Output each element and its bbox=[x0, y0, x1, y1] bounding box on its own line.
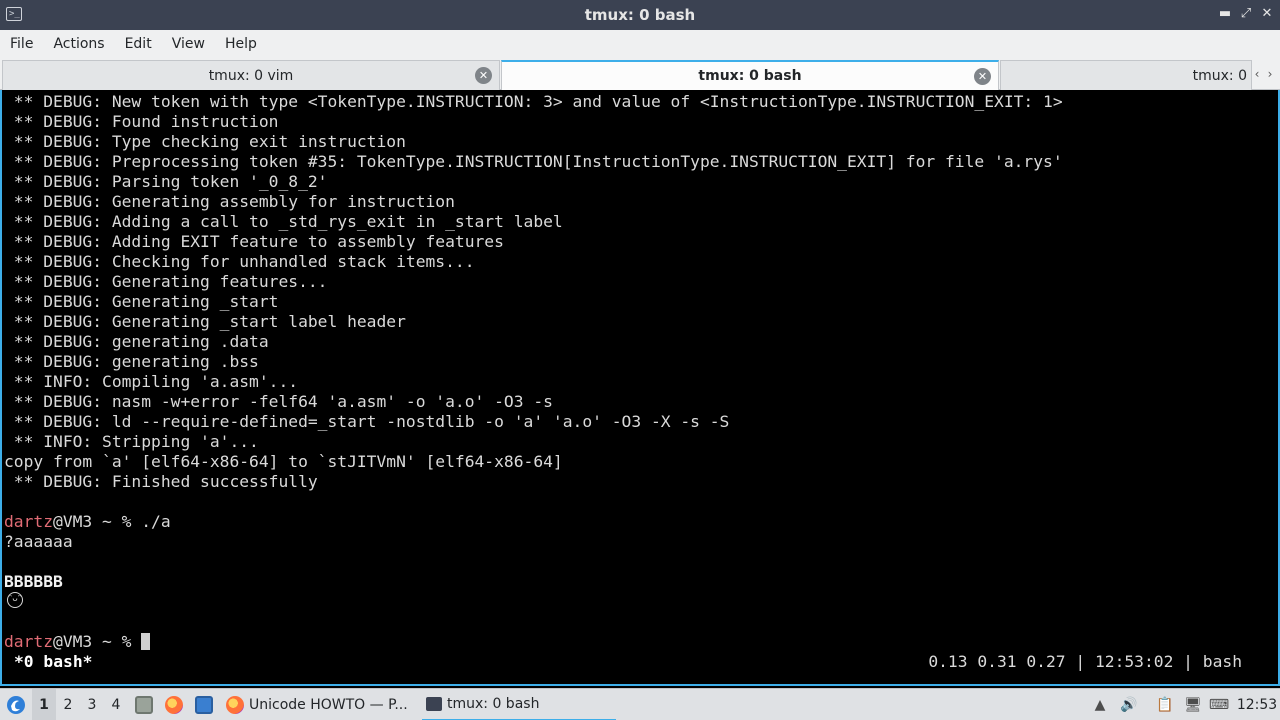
terminal-view[interactable]: ** DEBUG: New token with type <TokenType… bbox=[0, 90, 1280, 686]
prompt-line: dartz@VM3 ~ % ./a bbox=[4, 512, 171, 532]
menu-view[interactable]: View bbox=[165, 36, 212, 52]
terminal-icon bbox=[426, 697, 442, 711]
task-label: Unicode HOWTO — P... bbox=[249, 697, 408, 713]
volume-icon[interactable]: 🔊 bbox=[1116, 689, 1142, 720]
tmux-window-list: *0 bash* bbox=[14, 652, 93, 671]
desktop-2[interactable]: 2 bbox=[56, 689, 80, 720]
grinning-face-icon: ᵔᴗᵔ bbox=[7, 592, 23, 608]
terminal-line: ** DEBUG: Generating _start label header bbox=[4, 312, 406, 331]
prompt-host: @VM3 ~ % bbox=[53, 512, 142, 531]
terminal-line: copy from `a' [elf64-x86-64] to `stJITVm… bbox=[4, 452, 563, 471]
tab-bar: tmux: 0 vim ✕ tmux: 0 bash ✕ tmux: 0 bbox=[0, 58, 1280, 90]
tray-up-arrow-icon[interactable]: ▲ bbox=[1087, 689, 1113, 720]
terminal-line: ** DEBUG: New token with type <TokenType… bbox=[4, 92, 1063, 111]
program-output-bold: BBBBBB bbox=[4, 572, 63, 591]
minimize-icon[interactable]: ▬ bbox=[1217, 6, 1233, 22]
tab-close-icon[interactable]: ✕ bbox=[974, 68, 991, 85]
file-manager-icon[interactable] bbox=[133, 689, 155, 720]
tab-label: tmux: 0 bash bbox=[698, 68, 802, 84]
terminal-line: ** DEBUG: nasm -w+error -felf64 'a.asm' … bbox=[4, 392, 553, 411]
tab-third[interactable]: tmux: 0 bbox=[1000, 60, 1252, 90]
terminal-line: ** DEBUG: Adding a call to _std_rys_exit… bbox=[4, 212, 563, 231]
task-terminal[interactable]: tmux: 0 bash bbox=[422, 689, 616, 720]
menu-help[interactable]: Help bbox=[218, 36, 264, 52]
tab-label: tmux: 0 vim bbox=[208, 67, 294, 84]
prompt-command: ./a bbox=[141, 512, 171, 531]
window-title: tmux: 0 bash bbox=[584, 6, 696, 24]
tab-label: tmux: 0 bbox=[1192, 67, 1247, 84]
keyboard-icon[interactable]: ⌨ bbox=[1206, 689, 1232, 720]
terminal-line: ** DEBUG: Adding EXIT feature to assembl… bbox=[4, 232, 504, 251]
terminal-line: ** DEBUG: Preprocessing token #35: Token… bbox=[4, 152, 1063, 171]
menu-edit[interactable]: Edit bbox=[118, 36, 159, 52]
menu-file[interactable]: File bbox=[3, 36, 40, 52]
task-label: tmux: 0 bash bbox=[447, 696, 540, 712]
terminal-icon: >_ bbox=[6, 7, 22, 21]
terminal-line: ** DEBUG: Generating features... bbox=[4, 272, 328, 291]
menu-bar: File Actions Edit View Help bbox=[0, 30, 1280, 58]
tab-scroll-right-icon[interactable]: › bbox=[1265, 61, 1275, 87]
terminal-line: ** DEBUG: ld --require-defined=_start -n… bbox=[4, 412, 730, 431]
taskbar: 1 2 3 4 Unicode HOWTO — P... tmux: 0 bas… bbox=[0, 688, 1280, 720]
desktop-3[interactable]: 3 bbox=[80, 689, 104, 720]
tmux-status-right: 0.13 0.31 0.27 | 12:53:02 | bash bbox=[928, 652, 1242, 671]
prompt-host: @VM3 ~ % bbox=[53, 632, 142, 651]
text-cursor bbox=[141, 633, 151, 650]
network-icon[interactable]: 🖥 bbox=[1180, 689, 1206, 720]
maximize-icon[interactable]: ⤢ bbox=[1238, 6, 1254, 22]
firefox-icon[interactable] bbox=[163, 689, 185, 720]
task-firefox[interactable]: Unicode HOWTO — P... bbox=[222, 689, 418, 720]
prompt-user: dartz bbox=[4, 632, 54, 651]
terminal-line: ** DEBUG: Type checking exit instruction bbox=[4, 132, 406, 151]
prompt-user: dartz bbox=[4, 512, 54, 531]
terminal-line: ** DEBUG: Found instruction bbox=[4, 112, 279, 131]
tab-vim[interactable]: tmux: 0 vim ✕ bbox=[2, 60, 500, 90]
tab-bash[interactable]: tmux: 0 bash ✕ bbox=[501, 60, 999, 90]
terminal-line: ** DEBUG: generating .data bbox=[4, 332, 269, 351]
terminal-line: ** DEBUG: Checking for unhandled stack i… bbox=[4, 252, 475, 271]
terminal-line: ** INFO: Compiling 'a.asm'... bbox=[4, 372, 299, 391]
clipboard-icon[interactable]: 📋 bbox=[1152, 689, 1178, 720]
program-output: ?aaaaaa bbox=[4, 532, 73, 551]
terminal-line: ** DEBUG: generating .bss bbox=[4, 352, 259, 371]
firefox-icon bbox=[226, 696, 244, 714]
start-menu-icon[interactable] bbox=[2, 689, 30, 720]
terminal-line: ** DEBUG: Finished successfully bbox=[4, 472, 318, 491]
clock[interactable]: 12:53 bbox=[1236, 689, 1278, 720]
desktop-4[interactable]: 4 bbox=[104, 689, 128, 720]
desktop-1[interactable]: 1 bbox=[32, 689, 56, 720]
prompt-line[interactable]: dartz@VM3 ~ % bbox=[4, 632, 151, 652]
show-desktop-icon[interactable] bbox=[193, 689, 215, 720]
terminal-line: ** INFO: Stripping 'a'... bbox=[4, 432, 259, 451]
terminal-line: ** DEBUG: Generating assembly for instru… bbox=[4, 192, 455, 211]
terminal-line: ** DEBUG: Generating _start bbox=[4, 292, 279, 311]
close-icon[interactable]: ✕ bbox=[1259, 6, 1275, 22]
tmux-status-bar: *0 bash* 0.13 0.31 0.27 | 12:53:02 | bas… bbox=[2, 652, 1278, 672]
menu-actions[interactable]: Actions bbox=[46, 36, 111, 52]
window-titlebar: >_ tmux: 0 bash ▬ ⤢ ✕ bbox=[0, 0, 1280, 30]
terminal-line: ** DEBUG: Parsing token '_0_8_2' bbox=[4, 172, 328, 191]
tab-scroll-left-icon[interactable]: ‹ bbox=[1252, 61, 1262, 87]
tab-close-icon[interactable]: ✕ bbox=[475, 67, 492, 84]
